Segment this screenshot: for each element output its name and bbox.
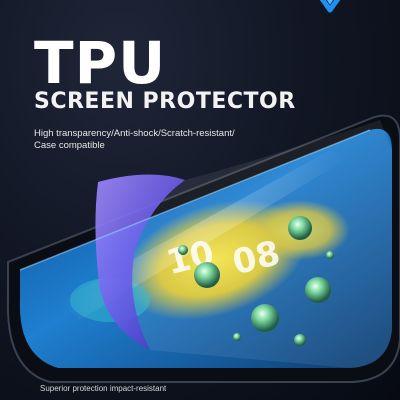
water-droplet — [194, 262, 220, 288]
water-droplet — [305, 277, 331, 303]
product-box: TPU SCREEN PROTECTOR High transparency/A… — [0, 0, 400, 400]
water-droplet — [233, 333, 241, 341]
water-droplet — [294, 334, 306, 346]
water-droplet — [251, 304, 279, 332]
water-droplet — [288, 216, 312, 240]
footer-tagline: Superior protection impact-resistant — [40, 384, 167, 393]
water-droplet — [178, 245, 188, 255]
water-droplet — [326, 251, 334, 259]
phone-illustration: 10 08 — [6, 114, 400, 383]
